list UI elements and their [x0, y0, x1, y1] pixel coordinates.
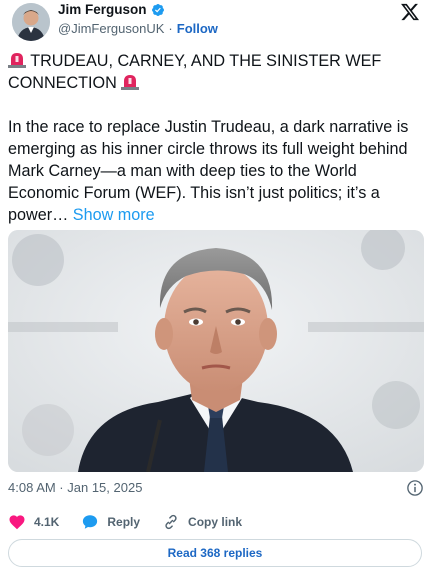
tweet-text: TRUDEAU, CARNEY, AND THE SINISTER WEF CO…: [8, 50, 424, 226]
reply-button[interactable]: Reply: [81, 513, 140, 531]
rotating-light-icon: [8, 53, 26, 68]
separator-dot: ·: [168, 21, 173, 36]
tweet-body-paragraph: In the race to replace Justin Trudeau, a…: [8, 116, 424, 226]
info-icon[interactable]: [406, 479, 424, 497]
like-button[interactable]: 4.1K: [8, 513, 59, 531]
reply-label: Reply: [107, 515, 141, 529]
avatar[interactable]: [12, 3, 50, 41]
tweet-timestamp[interactable]: 4:08 AM · Jan 15, 2025: [8, 480, 142, 495]
tweet-headline-line: TRUDEAU, CARNEY, AND THE SINISTER WEF CO…: [8, 50, 424, 94]
link-icon: [165, 514, 177, 530]
author-display-name[interactable]: Jim Ferguson: [58, 2, 147, 17]
tweet-headline: TRUDEAU, CARNEY, AND THE SINISTER WEF CO…: [8, 52, 382, 92]
verified-badge-icon: [151, 3, 164, 16]
tweet-meta: 4:08 AM · Jan 15, 2025: [8, 479, 424, 497]
reply-bubble-icon: [83, 515, 98, 529]
tweet-photo[interactable]: [8, 230, 424, 472]
tweet-header: Jim Ferguson @JimFergusonUK · Follow: [8, 0, 424, 46]
read-replies-button[interactable]: Read 368 replies: [8, 539, 422, 567]
follow-button[interactable]: Follow: [177, 21, 218, 36]
read-replies-label: Read 368 replies: [167, 546, 263, 560]
show-more-link[interactable]: Show more: [73, 206, 155, 224]
copy-link-label: Copy link: [188, 515, 243, 529]
tweet-body: In the race to replace Justin Trudeau, a…: [8, 118, 409, 224]
author-handle[interactable]: @JimFergusonUK: [58, 21, 164, 36]
like-count: 4.1K: [34, 515, 60, 529]
tweet-actions: 4.1K Reply Copy link: [8, 512, 264, 532]
rotating-light-icon: [121, 75, 140, 90]
heart-icon: [9, 515, 25, 530]
copy-link-button[interactable]: Copy link: [162, 513, 242, 531]
x-logo-icon[interactable]: [400, 2, 420, 22]
